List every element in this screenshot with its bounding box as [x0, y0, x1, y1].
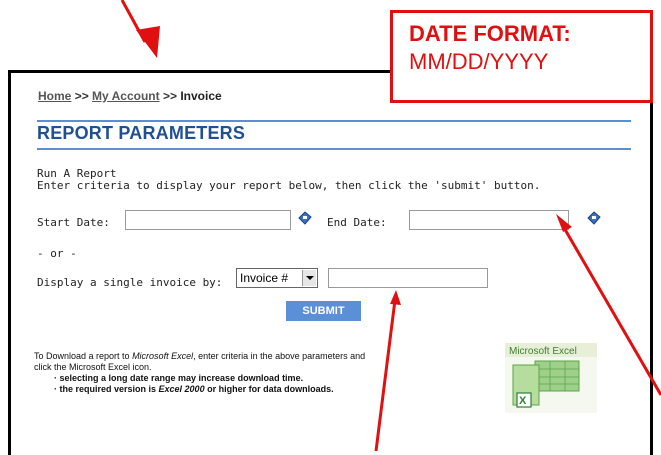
bullet-version: Excel 2000: [158, 384, 205, 394]
download-text: , enter criteria in the above parameters…: [193, 351, 366, 361]
report-panel: Home >> My Account >> Invoice REPORT PAR…: [8, 70, 653, 455]
start-date-label: Start Date:: [37, 216, 110, 229]
end-date-label: End Date:: [327, 216, 387, 229]
excel-icon-label: Microsoft Excel: [509, 346, 577, 357]
start-date-calendar-icon[interactable]: [298, 211, 312, 225]
or-separator: - or -: [37, 247, 77, 260]
single-invoice-label: Display a single invoice by:: [37, 276, 223, 289]
download-bullet-2: · the required version is Excel 2000 or …: [34, 384, 365, 395]
end-date-calendar-icon[interactable]: [587, 211, 601, 225]
download-bullet-1: · selecting a long date range may increa…: [54, 373, 304, 383]
invoice-type-value: Invoice #: [240, 271, 289, 285]
bullet-text: · the required version is: [54, 384, 159, 394]
svg-text:X: X: [519, 395, 527, 407]
date-format-value: MM/DD/YYYY: [409, 49, 549, 74]
download-excel-name: Microsoft Excel: [132, 351, 194, 361]
submit-button[interactable]: SUBMIT: [286, 301, 361, 321]
download-instructions: To Download a report to Microsoft Excel,…: [34, 351, 365, 395]
date-format-title: DATE FORMAT:: [409, 21, 571, 46]
download-line-2: click the Microsoft Excel icon.: [34, 362, 152, 372]
download-lead: To Download: [34, 351, 87, 361]
chevron-down-icon[interactable]: [302, 270, 316, 286]
page-title: REPORT PARAMETERS: [37, 123, 246, 143]
invoice-type-select[interactable]: Invoice #: [236, 268, 318, 288]
breadcrumb-current: Invoice: [180, 89, 222, 103]
breadcrumb-separator: >>: [74, 89, 89, 103]
bullet-text: or higher for data downloads.: [204, 384, 334, 394]
intro-line-2: Enter criteria to display your report be…: [37, 179, 541, 192]
end-date-input[interactable]: [409, 210, 569, 230]
heading-rule-top: [37, 120, 631, 122]
download-text: a report to: [86, 351, 133, 361]
date-format-note: DATE FORMAT: MM/DD/YYYY: [390, 10, 653, 103]
heading-rule-bottom: [37, 148, 631, 150]
start-date-input[interactable]: [125, 210, 291, 230]
intro-text: Run A Report Enter criteria to display y…: [37, 168, 540, 192]
breadcrumb-home-link[interactable]: Home: [38, 89, 71, 103]
breadcrumb-separator: >>: [162, 89, 177, 103]
microsoft-excel-icon[interactable]: Microsoft Excel X: [505, 343, 597, 413]
breadcrumb-account-link[interactable]: My Account: [92, 89, 160, 103]
invoice-number-input[interactable]: [328, 268, 488, 288]
breadcrumb: Home >> My Account >> Invoice: [38, 89, 222, 103]
